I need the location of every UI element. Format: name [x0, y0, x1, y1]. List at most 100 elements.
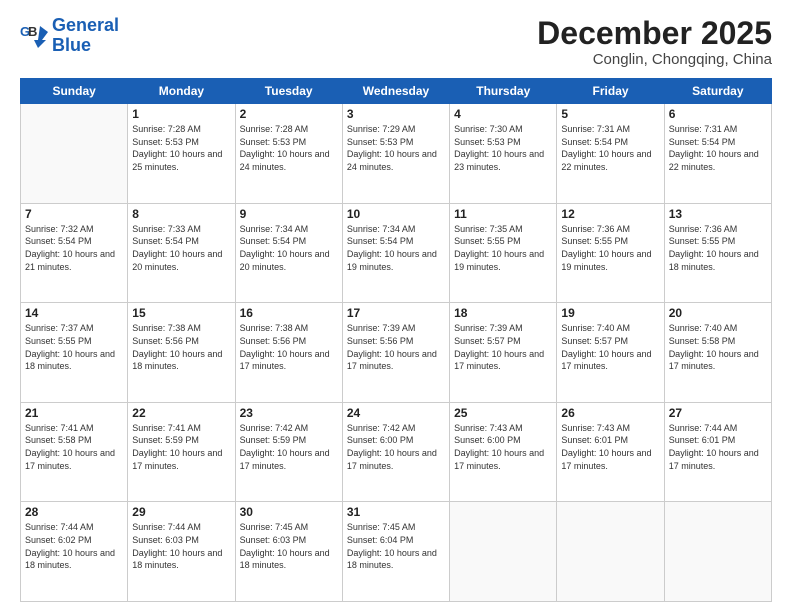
day-info: Sunrise: 7:31 AMSunset: 5:54 PMDaylight:… — [669, 123, 767, 173]
day-number: 10 — [347, 207, 445, 221]
col-thursday: Thursday — [450, 79, 557, 104]
col-friday: Friday — [557, 79, 664, 104]
day-info: Sunrise: 7:34 AMSunset: 5:54 PMDaylight:… — [347, 223, 445, 273]
calendar-cell: 2Sunrise: 7:28 AMSunset: 5:53 PMDaylight… — [235, 104, 342, 204]
day-number: 8 — [132, 207, 230, 221]
day-number: 15 — [132, 306, 230, 320]
logo-blue: Blue — [52, 35, 91, 55]
calendar-cell: 28 Sunrise: 7:44 AMSunset: 6:02 PMDayligh… — [21, 502, 128, 602]
logo-text: General Blue — [52, 16, 119, 56]
calendar-cell: 27 Sunrise: 7:44 AMSunset: 6:01 PMDayligh… — [664, 402, 771, 502]
day-number: 12 — [561, 207, 659, 221]
calendar-cell: 5Sunrise: 7:31 AMSunset: 5:54 PMDaylight… — [557, 104, 664, 204]
col-monday: Monday — [128, 79, 235, 104]
day-info: Sunrise: 7:44 AMSunset: 6:02 PMDaylight:… — [25, 521, 123, 571]
day-number: 16 — [240, 306, 338, 320]
calendar-week-4: 21Sunrise: 7:41 AMSunset: 5:58 PMDayligh… — [21, 402, 772, 502]
day-number: 9 — [240, 207, 338, 221]
calendar-cell: 1 Sunrise: 7:28 AMSunset: 5:53 PMDaylight… — [128, 104, 235, 204]
location: Conglin, Chongqing, China — [537, 51, 772, 68]
svg-text:B: B — [28, 24, 37, 39]
page: G B General Blue December 2025 Conglin, … — [0, 0, 792, 612]
day-number: 6 — [669, 107, 767, 121]
calendar-cell: 7 Sunrise: 7:32 AMSunset: 5:54 PMDaylight… — [21, 203, 128, 303]
logo: G B General Blue — [20, 16, 119, 56]
day-info: Sunrise: 7:43 AMSunset: 6:00 PMDaylight:… — [454, 422, 552, 472]
day-number: 11 — [454, 207, 552, 221]
calendar-cell: 3 Sunrise: 7:29 AMSunset: 5:53 PMDaylight… — [342, 104, 449, 204]
day-number: 25 — [454, 406, 552, 420]
day-info: Sunrise: 7:30 AMSunset: 5:53 PMDaylight:… — [454, 123, 552, 173]
day-info: Sunrise: 7:40 AMSunset: 5:57 PMDaylight:… — [561, 322, 659, 372]
day-info: Sunrise: 7:45 AMSunset: 6:04 PMDaylight:… — [347, 521, 445, 571]
day-number: 19 — [561, 306, 659, 320]
calendar-cell: 4Sunrise: 7:30 AMSunset: 5:53 PMDaylight… — [450, 104, 557, 204]
calendar-cell: 10 Sunrise: 7:34 AMSunset: 5:54 PMDayligh… — [342, 203, 449, 303]
calendar-cell: 14Sunrise: 7:37 AMSunset: 5:55 PMDayligh… — [21, 303, 128, 403]
calendar-cell: 24Sunrise: 7:42 AMSunset: 6:00 PMDayligh… — [342, 402, 449, 502]
calendar-cell: 6 Sunrise: 7:31 AMSunset: 5:54 PMDaylight… — [664, 104, 771, 204]
header: G B General Blue December 2025 Conglin, … — [20, 16, 772, 68]
calendar-cell: 8 Sunrise: 7:33 AMSunset: 5:54 PMDaylight… — [128, 203, 235, 303]
day-info: Sunrise: 7:41 AMSunset: 5:58 PMDaylight:… — [25, 422, 123, 472]
calendar-header-row: Sunday Monday Tuesday Wednesday Thursday… — [21, 79, 772, 104]
calendar-cell: 11 Sunrise: 7:35 AMSunset: 5:55 PMDayligh… — [450, 203, 557, 303]
calendar-cell — [450, 502, 557, 602]
logo-icon: G B — [20, 22, 48, 50]
logo-general: General — [52, 15, 119, 35]
day-info: Sunrise: 7:38 AMSunset: 5:56 PMDaylight:… — [132, 322, 230, 372]
day-info: Sunrise: 7:28 AMSunset: 5:53 PMDaylight:… — [132, 123, 230, 173]
day-number: 7 — [25, 207, 123, 221]
col-tuesday: Tuesday — [235, 79, 342, 104]
calendar-cell — [557, 502, 664, 602]
day-number: 28 — [25, 505, 123, 519]
day-info: Sunrise: 7:36 AMSunset: 5:55 PMDaylight:… — [561, 223, 659, 273]
calendar-week-2: 7 Sunrise: 7:32 AMSunset: 5:54 PMDaylight… — [21, 203, 772, 303]
day-info: Sunrise: 7:33 AMSunset: 5:54 PMDaylight:… — [132, 223, 230, 273]
day-info: Sunrise: 7:42 AMSunset: 5:59 PMDaylight:… — [240, 422, 338, 472]
calendar-cell — [664, 502, 771, 602]
calendar-cell: 18Sunrise: 7:39 AMSunset: 5:57 PMDayligh… — [450, 303, 557, 403]
day-info: Sunrise: 7:36 AMSunset: 5:55 PMDaylight:… — [669, 223, 767, 273]
day-info: Sunrise: 7:34 AMSunset: 5:54 PMDaylight:… — [240, 223, 338, 273]
day-info: Sunrise: 7:40 AMSunset: 5:58 PMDaylight:… — [669, 322, 767, 372]
calendar-cell: 29Sunrise: 7:44 AMSunset: 6:03 PMDayligh… — [128, 502, 235, 602]
calendar-cell: 9 Sunrise: 7:34 AMSunset: 5:54 PMDaylight… — [235, 203, 342, 303]
day-number: 26 — [561, 406, 659, 420]
day-number: 18 — [454, 306, 552, 320]
day-number: 5 — [561, 107, 659, 121]
day-info: Sunrise: 7:39 AMSunset: 5:56 PMDaylight:… — [347, 322, 445, 372]
month-title: December 2025 — [537, 16, 772, 51]
day-info: Sunrise: 7:41 AMSunset: 5:59 PMDaylight:… — [132, 422, 230, 472]
day-number: 24 — [347, 406, 445, 420]
day-info: Sunrise: 7:29 AMSunset: 5:53 PMDaylight:… — [347, 123, 445, 173]
day-number: 1 — [132, 107, 230, 121]
day-number: 27 — [669, 406, 767, 420]
calendar-cell: 12 Sunrise: 7:36 AMSunset: 5:55 PMDayligh… — [557, 203, 664, 303]
calendar-cell: 20Sunrise: 7:40 AMSunset: 5:58 PMDayligh… — [664, 303, 771, 403]
calendar-cell: 21Sunrise: 7:41 AMSunset: 5:58 PMDayligh… — [21, 402, 128, 502]
day-info: Sunrise: 7:35 AMSunset: 5:55 PMDaylight:… — [454, 223, 552, 273]
day-info: Sunrise: 7:44 AMSunset: 6:01 PMDaylight:… — [669, 422, 767, 472]
col-wednesday: Wednesday — [342, 79, 449, 104]
calendar-cell: 22Sunrise: 7:41 AMSunset: 5:59 PMDayligh… — [128, 402, 235, 502]
day-number: 29 — [132, 505, 230, 519]
day-number: 3 — [347, 107, 445, 121]
calendar-cell: 25 Sunrise: 7:43 AMSunset: 6:00 PMDayligh… — [450, 402, 557, 502]
calendar-cell: 19 Sunrise: 7:40 AMSunset: 5:57 PMDayligh… — [557, 303, 664, 403]
calendar-cell: 23 Sunrise: 7:42 AMSunset: 5:59 PMDayligh… — [235, 402, 342, 502]
day-number: 14 — [25, 306, 123, 320]
calendar-cell: 17Sunrise: 7:39 AMSunset: 5:56 PMDayligh… — [342, 303, 449, 403]
day-info: Sunrise: 7:32 AMSunset: 5:54 PMDaylight:… — [25, 223, 123, 273]
calendar-cell: 13Sunrise: 7:36 AMSunset: 5:55 PMDayligh… — [664, 203, 771, 303]
calendar-cell: 30Sunrise: 7:45 AMSunset: 6:03 PMDayligh… — [235, 502, 342, 602]
day-info: Sunrise: 7:28 AMSunset: 5:53 PMDaylight:… — [240, 123, 338, 173]
calendar-cell: 15 Sunrise: 7:38 AMSunset: 5:56 PMDayligh… — [128, 303, 235, 403]
calendar-cell: 31Sunrise: 7:45 AMSunset: 6:04 PMDayligh… — [342, 502, 449, 602]
day-number: 23 — [240, 406, 338, 420]
col-sunday: Sunday — [21, 79, 128, 104]
title-block: December 2025 Conglin, Chongqing, China — [537, 16, 772, 68]
calendar-week-3: 14Sunrise: 7:37 AMSunset: 5:55 PMDayligh… — [21, 303, 772, 403]
calendar-cell — [21, 104, 128, 204]
day-info: Sunrise: 7:45 AMSunset: 6:03 PMDaylight:… — [240, 521, 338, 571]
